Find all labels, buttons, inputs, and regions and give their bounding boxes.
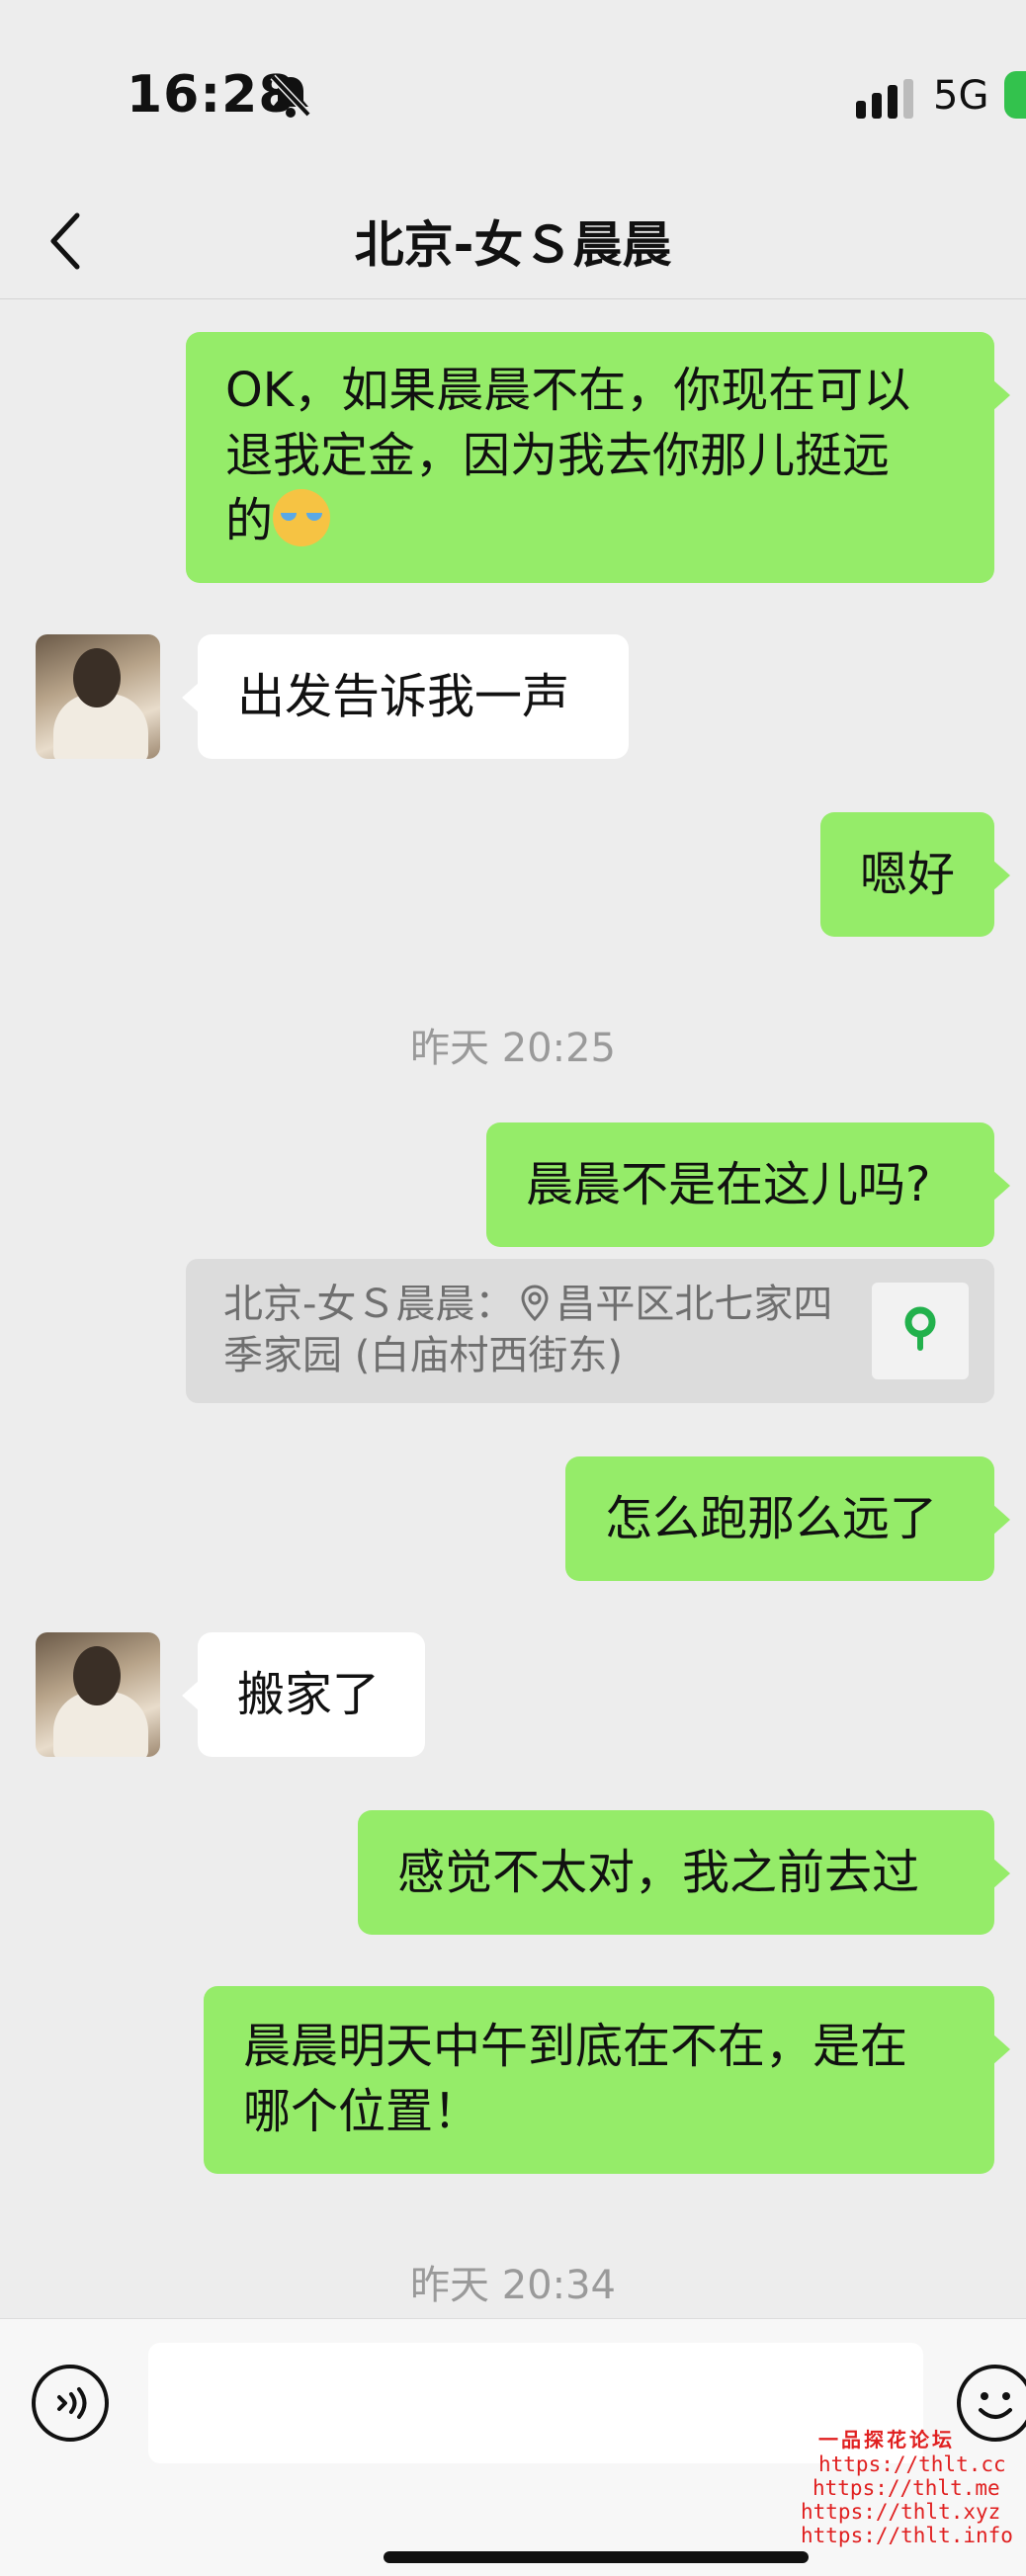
status-bar: 16:28 5G	[0, 0, 1026, 188]
message-bubble-outgoing[interactable]: 感觉不太对，我之前去过	[358, 1810, 1010, 1935]
signal-icon	[856, 79, 913, 119]
message-text: 搬家了	[237, 1667, 381, 1722]
avatar[interactable]	[36, 1632, 160, 1757]
chat-header: 北京-女Ｓ晨晨	[0, 188, 1026, 299]
watermark-url: https://thlt.cc	[818, 2452, 1006, 2476]
message-bubble-incoming[interactable]: 出发告诉我一声	[182, 634, 629, 759]
message-bubble-outgoing[interactable]: 晨晨不是在这儿吗?	[486, 1122, 1010, 1247]
home-indicator[interactable]	[384, 2551, 809, 2563]
message-text: 感觉不太对，我之前去过	[397, 1845, 920, 1900]
message-bubble-outgoing[interactable]: 怎么跑那么远了	[565, 1456, 1010, 1581]
message-text: 怎么跑那么远了	[605, 1491, 938, 1546]
message-line: 的	[225, 493, 274, 548]
message-bubble-outgoing[interactable]: 嗯好	[820, 812, 1010, 937]
message-line: OK，如果晨晨不在，你现在可以	[225, 363, 911, 418]
message-bubble-outgoing[interactable]: OK，如果晨晨不在，你现在可以 退我定金，因为我去你那儿挺远 的	[186, 332, 1010, 583]
chat-title: 北京-女Ｓ晨晨	[354, 216, 672, 274]
message-line: 哪个位置！	[243, 2084, 481, 2139]
watermark: 一品探花论坛 https://thlt.cc https://thlt.me h…	[801, 2424, 1013, 2547]
quote-sender: 北京-女Ｓ晨晨：	[223, 1282, 515, 1327]
bell-muted-icon	[270, 74, 311, 118]
message-line: 晨晨明天中午到底在不在，是在	[243, 2019, 908, 2074]
message-text: 嗯好	[860, 847, 956, 902]
message-text: 晨晨不是在这儿吗?	[526, 1157, 931, 1212]
message-text: 出发告诉我一声	[237, 669, 570, 724]
map-thumbnail[interactable]	[872, 1283, 969, 1379]
timestamp: 昨天 20:25	[410, 1026, 616, 1071]
message-line: 退我定金，因为我去你那儿挺远	[225, 428, 891, 483]
watermark-title: 一品探花论坛	[818, 2428, 955, 2451]
network-type: 5G	[933, 73, 989, 119]
voice-icon[interactable]	[32, 2365, 109, 2442]
message-bubble-outgoing[interactable]: 晨晨明天中午到底在不在，是在 哪个位置！	[204, 1986, 1010, 2174]
timestamp: 昨天 20:34	[410, 2263, 616, 2308]
battery-icon	[1004, 71, 1026, 119]
map-pin-icon	[904, 1306, 936, 1351]
watermark-url: https://thlt.xyz	[801, 2500, 1001, 2524]
crying-laughing-emoji-icon	[273, 489, 331, 546]
location-address-line: 昌平区北七家四	[556, 1282, 833, 1327]
input-bar: 一品探花论坛 https://thlt.cc https://thlt.me h…	[0, 2318, 1026, 2576]
location-address-line: 季家园 (白庙村西街东)	[223, 1333, 623, 1378]
location-quote-text: 北京-女Ｓ晨晨： 昌平区北七家四 季家园 (白庙村西街东)	[223, 1279, 856, 1381]
message-bubble-incoming[interactable]: 搬家了	[182, 1632, 425, 1757]
watermark-url: https://thlt.me	[812, 2476, 1000, 2500]
location-quote[interactable]: 北京-女Ｓ晨晨： 昌平区北七家四 季家园 (白庙村西街东)	[186, 1259, 994, 1403]
location-pin-outline-icon	[521, 1285, 549, 1322]
avatar[interactable]	[36, 634, 160, 759]
watermark-url: https://thlt.info	[801, 2524, 1013, 2547]
